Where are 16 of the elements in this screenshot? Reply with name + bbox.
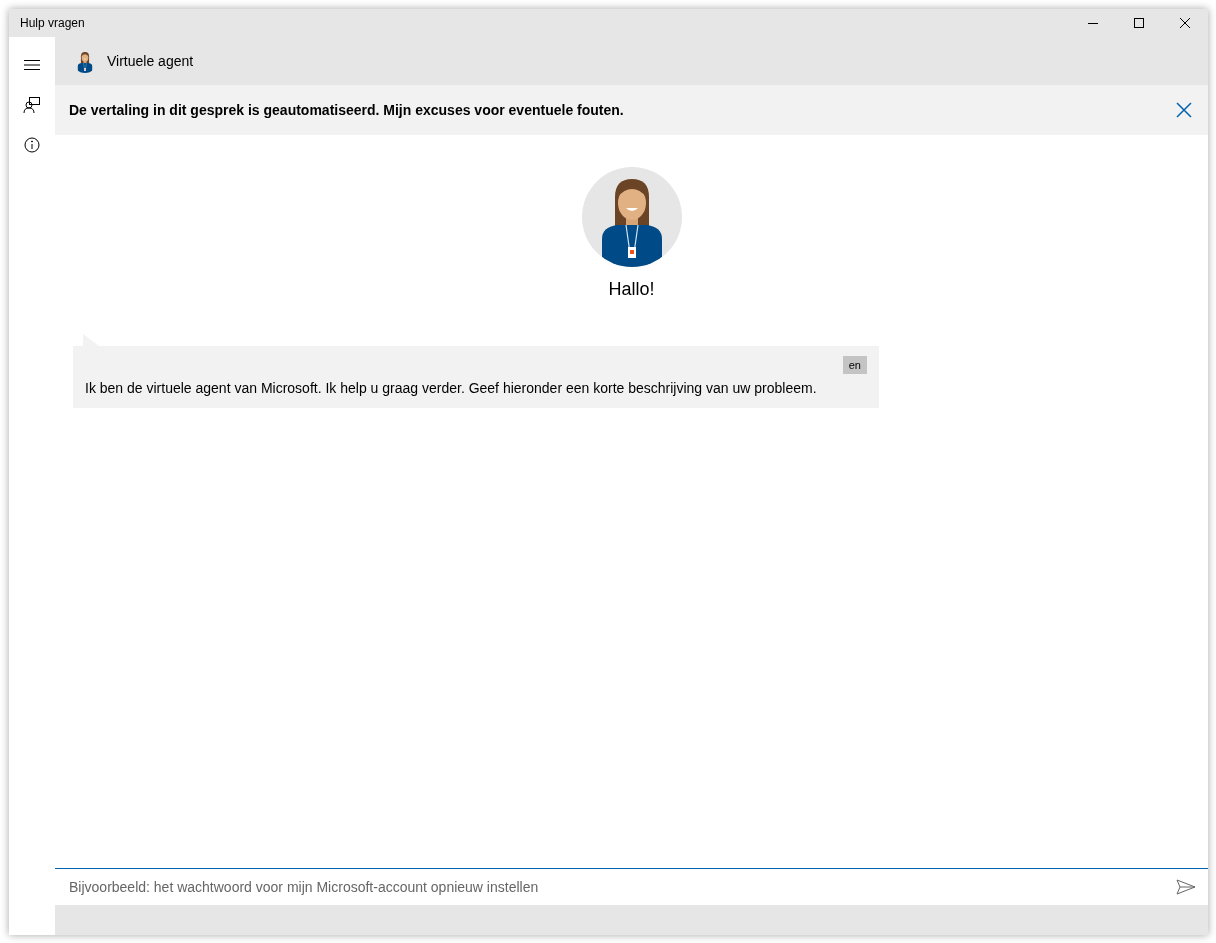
info-icon [24,137,40,153]
greeting: Hallo! [608,279,655,300]
close-notice-button[interactable] [1174,100,1194,120]
message-input-field[interactable]: Bijvoorbeeld: het wachtwoord voor mijn Microsoft-account opnieuw instellen [67,878,1176,896]
send-button[interactable] [1176,879,1196,895]
message-text: Ik ben de virtuele agent van Microsoft. Ik help u graag verder. Geef hieronder een korte beschrijving van uw probleem. [85,380,818,396]
translation-notice: De vertaling in dit gesprek is geautomatiseerd. Mijn excuses voor eventuele fouten. [69,102,625,118]
window-title: Hulp vragen [19,16,86,30]
language-tag: en [842,356,867,374]
menu-icon [24,59,40,71]
person-chat-icon [23,96,41,114]
close-icon [1176,102,1192,118]
send-icon [1176,879,1196,895]
agent-name: Virtuele agent [107,53,194,69]
maximize-icon [1134,18,1144,28]
close-icon [1180,18,1190,28]
